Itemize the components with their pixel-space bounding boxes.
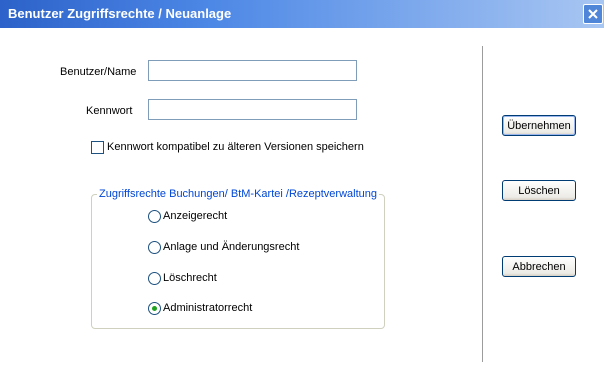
dialog-window: Benutzer Zugriffsrechte / Neuanlage Benu…: [0, 0, 604, 374]
window-title: Benutzer Zugriffsrechte / Neuanlage: [8, 6, 232, 21]
password-label: Kennwort: [86, 105, 133, 117]
compat-checkbox[interactable]: [91, 141, 104, 154]
radio-anzeigerecht-label[interactable]: Anzeigerecht: [163, 210, 227, 222]
radio-anzeigerecht[interactable]: [148, 210, 161, 223]
radio-selected-dot: [152, 306, 157, 311]
close-button[interactable]: [583, 4, 603, 24]
delete-button[interactable]: Löschen: [502, 180, 576, 201]
compat-checkbox-label[interactable]: Kennwort kompatibel zu älteren Versionen…: [107, 141, 364, 153]
vertical-separator: [482, 46, 484, 362]
username-label: Benutzer/Name: [60, 66, 137, 78]
username-input[interactable]: [148, 60, 357, 81]
title-bar[interactable]: Benutzer Zugriffsrechte / Neuanlage: [0, 0, 604, 28]
radio-administratorrecht[interactable]: [148, 302, 161, 315]
access-rights-legend: Zugriffsrechte Buchungen/ BtM-Kartei /Re…: [97, 188, 379, 200]
radio-anlage-aenderungsrecht[interactable]: [148, 241, 161, 254]
apply-button[interactable]: Übernehmen: [502, 115, 576, 136]
radio-loeschrecht-label[interactable]: Löschrecht: [163, 272, 217, 284]
radio-anlage-aenderungsrecht-label[interactable]: Anlage und Änderungsrecht: [163, 241, 299, 253]
cancel-button[interactable]: Abbrechen: [502, 256, 576, 277]
radio-administratorrecht-label[interactable]: Administratorrecht: [163, 302, 252, 314]
close-icon: [588, 9, 598, 19]
radio-loeschrecht[interactable]: [148, 272, 161, 285]
password-input[interactable]: [148, 99, 357, 120]
